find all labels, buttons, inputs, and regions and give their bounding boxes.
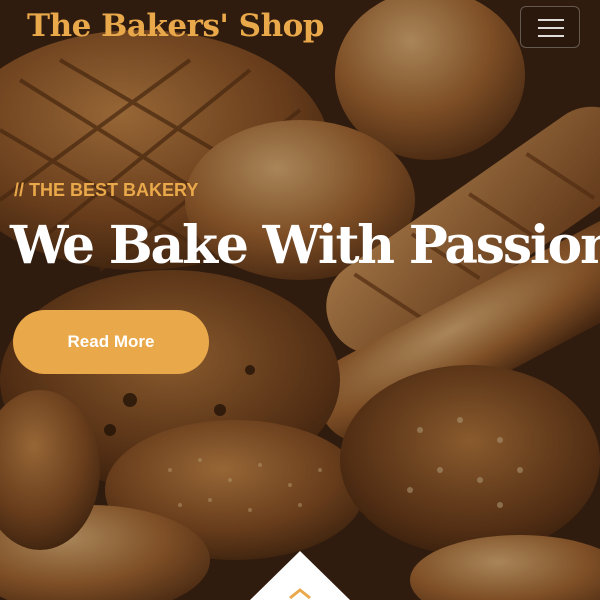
- hero-subtitle: // THE BEST BAKERY: [14, 180, 199, 200]
- background-overlay: [0, 0, 600, 600]
- hero-section: The Bakers' Shop // THE BEST BAKERY We B…: [0, 0, 600, 600]
- brand-logo[interactable]: The Bakers' Shop: [27, 8, 324, 44]
- navbar-toggler-button[interactable]: [520, 6, 580, 48]
- hero-headline: We Bake With Passion: [10, 215, 600, 276]
- chevron-down-icon: [250, 551, 350, 600]
- navbar: The Bakers' Shop: [0, 0, 600, 62]
- scroll-down-button[interactable]: [250, 551, 350, 600]
- read-more-button[interactable]: Read More: [13, 310, 209, 374]
